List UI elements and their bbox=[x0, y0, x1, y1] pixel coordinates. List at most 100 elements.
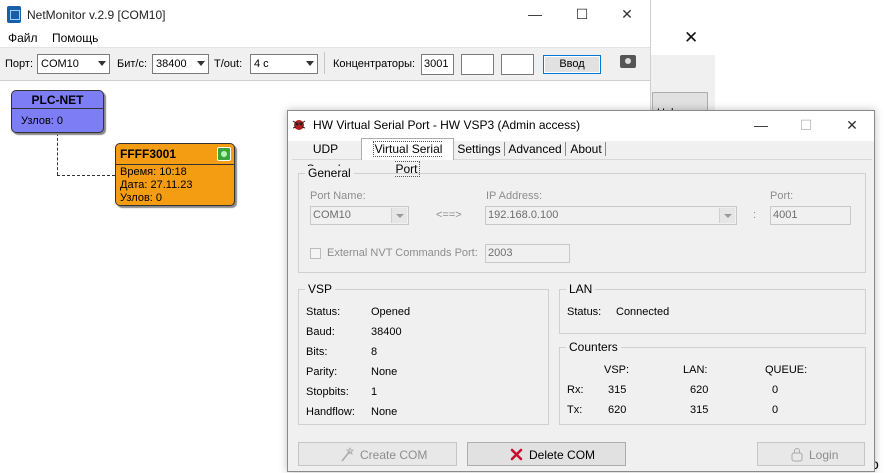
lock-icon bbox=[791, 448, 803, 462]
chevron-down-icon bbox=[306, 61, 314, 66]
port-name-select: COM10 bbox=[310, 206, 409, 225]
delete-com-label: Delete COM bbox=[529, 448, 596, 462]
baud-select-value: 38400 bbox=[156, 58, 187, 70]
vsp-maximize-icon: ☐ bbox=[799, 117, 813, 133]
menu-file[interactable]: Файл bbox=[8, 31, 38, 45]
hub-field-1[interactable]: 3001 bbox=[421, 54, 454, 75]
node-device-time: Время: 10:18 bbox=[120, 166, 187, 178]
create-com-label: Create COM bbox=[360, 448, 428, 462]
minimize-icon[interactable]: — bbox=[527, 6, 543, 22]
vsp-handflow-label: Handflow: bbox=[306, 406, 355, 418]
node-device[interactable]: FFFF3001 Время: 10:18 Дата: 27.11.23 Узл… bbox=[115, 143, 235, 206]
background-close-icon[interactable]: ✕ bbox=[684, 28, 698, 48]
lan-status-value: Connected bbox=[616, 306, 670, 318]
status-ok-icon bbox=[217, 147, 231, 161]
close-icon[interactable]: ✕ bbox=[619, 6, 635, 22]
maximize-icon[interactable]: ☐ bbox=[574, 6, 590, 22]
tab-virtual-serial-port[interactable]: Virtual Serial Port bbox=[361, 138, 454, 177]
counters-rx-lan: 620 bbox=[690, 384, 709, 396]
port-field: 4001 bbox=[770, 206, 851, 225]
vsp-handflow-value: None bbox=[371, 406, 398, 418]
nvt-checkbox bbox=[310, 248, 321, 259]
node-device-header: FFFF3001 bbox=[116, 144, 234, 165]
chevron-down-icon bbox=[391, 208, 407, 223]
vsp-parity-label: Parity: bbox=[306, 366, 338, 378]
vsp-status-value: Opened bbox=[371, 306, 411, 318]
port-colon: : bbox=[753, 209, 757, 221]
vsp-title: HW Virtual Serial Port - HW VSP3 (Admin … bbox=[313, 118, 581, 132]
timeout-select[interactable]: 4 с bbox=[250, 54, 318, 74]
counters-group-title: Counters bbox=[566, 340, 621, 354]
vsp-baud-label: Baud: bbox=[306, 326, 335, 338]
menu-help[interactable]: Помощь bbox=[52, 31, 98, 45]
port-select-value: COM10 bbox=[41, 58, 79, 70]
timeout-label: T/out: bbox=[214, 58, 243, 70]
vsp-stopbits-label: Stopbits: bbox=[306, 386, 349, 398]
baud-select[interactable]: 38400 bbox=[152, 54, 209, 74]
netmonitor-app-icon bbox=[7, 6, 21, 23]
general-group-title: General bbox=[305, 166, 354, 180]
vsp-parity-value: None bbox=[371, 366, 398, 378]
vsp-stopbits-value: 1 bbox=[371, 386, 378, 398]
timeout-select-value: 4 с bbox=[254, 58, 269, 70]
node-plc-count: Узлов: 0 bbox=[21, 115, 64, 127]
node-plc-title: PLC-NET bbox=[12, 91, 103, 109]
vsp-minimize-icon[interactable]: — bbox=[753, 117, 769, 133]
tab-advanced[interactable]: Advanced bbox=[507, 139, 563, 159]
nvt-port-field: 2003 bbox=[485, 244, 570, 263]
tab-divider bbox=[504, 142, 505, 156]
counters-rx-vsp: 315 bbox=[608, 384, 627, 396]
hub-field-2[interactable] bbox=[461, 54, 494, 75]
camera-icon[interactable] bbox=[620, 55, 636, 68]
ip-address-value: 192.168.0.100 bbox=[488, 209, 559, 221]
counters-rx-label: Rx: bbox=[567, 384, 584, 396]
counters-header-vsp: VSP: bbox=[604, 364, 630, 376]
counters-tx-vsp: 620 bbox=[608, 404, 627, 416]
tab-about[interactable]: About bbox=[568, 139, 604, 159]
vsp-close-icon[interactable]: ✕ bbox=[844, 117, 860, 133]
vsp-bits-label: Bits: bbox=[306, 346, 328, 358]
tab-divider bbox=[605, 142, 606, 156]
node-device-count: Узлов: 0 bbox=[120, 192, 163, 204]
create-com-button: Create COM bbox=[298, 442, 457, 466]
tab-udp-search[interactable]: UDP Search bbox=[293, 139, 358, 176]
enter-button[interactable]: Ввод bbox=[543, 55, 601, 74]
chevron-down-icon bbox=[98, 61, 106, 66]
counters-tx-label: Tx: bbox=[567, 404, 583, 416]
vsp-app-icon bbox=[292, 120, 306, 130]
port-name-label: Port Name: bbox=[310, 190, 366, 202]
counters-tx-lan: 315 bbox=[690, 404, 709, 416]
login-button: Login bbox=[757, 442, 865, 466]
login-label: Login bbox=[809, 448, 839, 462]
lan-status-label: Status: bbox=[567, 306, 602, 318]
vsp-bits-value: 8 bbox=[371, 346, 378, 358]
chevron-down-icon bbox=[197, 61, 205, 66]
connector-line-horizontal bbox=[57, 175, 115, 176]
port-label: Port: bbox=[770, 190, 794, 202]
nvt-label: External NVT Commands Port: bbox=[327, 247, 478, 259]
baud-label: Бит/с: bbox=[117, 58, 148, 70]
counters-header-queue: QUEUE: bbox=[765, 364, 808, 376]
node-plc-net[interactable]: PLC-NET Узлов: 0 bbox=[11, 90, 104, 133]
connector-line-vertical bbox=[57, 133, 58, 175]
nvt-port-value: 2003 bbox=[488, 247, 513, 259]
counters-rx-queue: 0 bbox=[772, 384, 779, 396]
lan-group-title: LAN bbox=[566, 282, 596, 296]
vsp-status-label: Status: bbox=[306, 306, 341, 318]
chevron-down-icon bbox=[719, 208, 735, 223]
tab-settings[interactable]: Settings bbox=[456, 139, 502, 159]
counters-tx-queue: 0 bbox=[772, 404, 779, 416]
port-field-value: 4001 bbox=[773, 209, 798, 221]
delete-com-button[interactable]: Delete COM bbox=[467, 442, 626, 466]
port-select[interactable]: COM10 bbox=[37, 54, 110, 74]
counters-group bbox=[559, 347, 866, 425]
counters-header-lan: LAN: bbox=[683, 364, 708, 376]
tab-divider bbox=[565, 142, 566, 156]
hubs-label: Концентраторы: bbox=[333, 58, 416, 70]
hub-field-3[interactable] bbox=[501, 54, 534, 75]
port-label: Порт: bbox=[5, 58, 33, 70]
wand-icon bbox=[341, 447, 354, 462]
node-device-date: Дата: 27.11.23 bbox=[120, 179, 193, 191]
lan-group bbox=[559, 289, 866, 334]
hub-field-1-value: 3001 bbox=[424, 58, 449, 70]
